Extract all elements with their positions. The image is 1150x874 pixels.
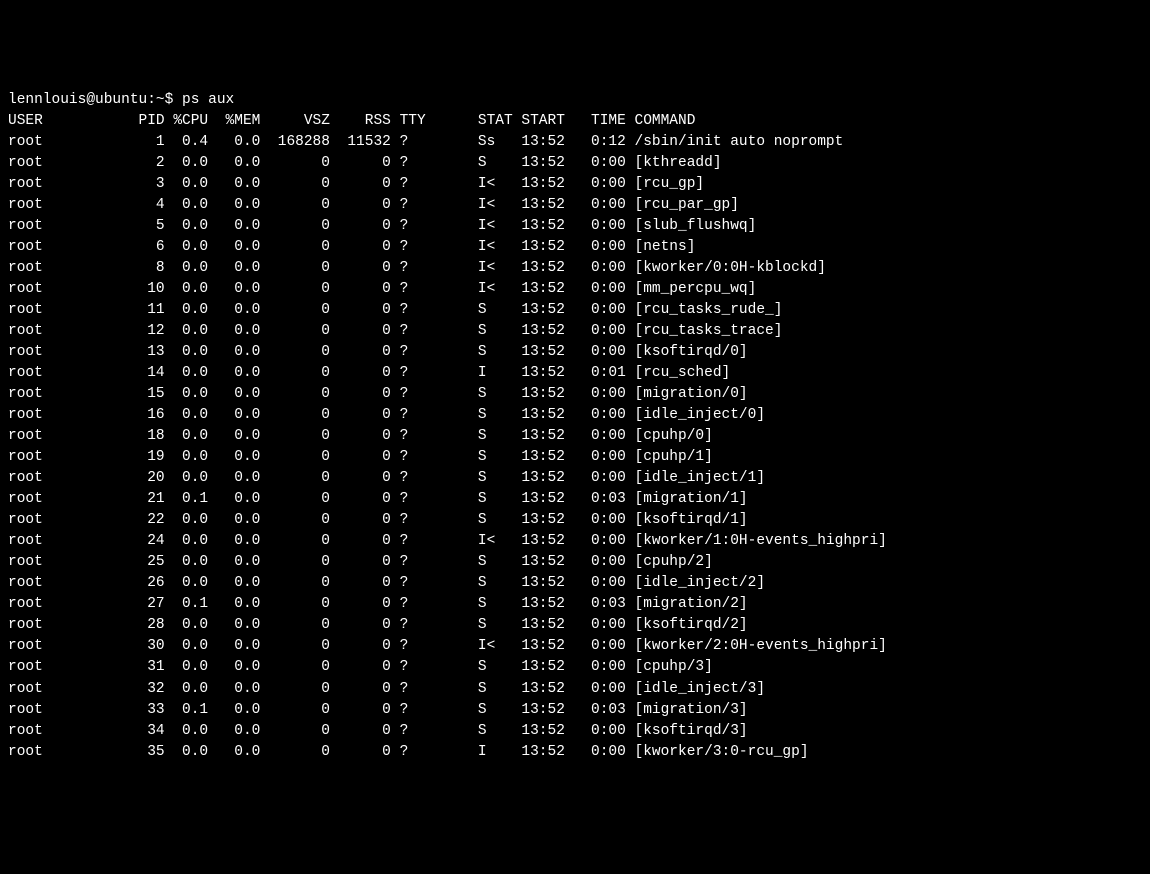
process-row: root 18 0.0 0.0 0 0 ? S 13:52 0:00 [cpuh… <box>8 426 1142 447</box>
process-row: root 15 0.0 0.0 0 0 ? S 13:52 0:00 [migr… <box>8 384 1142 405</box>
process-row: root 21 0.1 0.0 0 0 ? S 13:52 0:03 [migr… <box>8 489 1142 510</box>
process-row: root 13 0.0 0.0 0 0 ? S 13:52 0:00 [ksof… <box>8 342 1142 363</box>
process-row: root 34 0.0 0.0 0 0 ? S 13:52 0:00 [ksof… <box>8 721 1142 742</box>
process-row: root 35 0.0 0.0 0 0 ? I 13:52 0:00 [kwor… <box>8 742 1142 763</box>
process-row: root 16 0.0 0.0 0 0 ? S 13:52 0:00 [idle… <box>8 405 1142 426</box>
process-row: root 24 0.0 0.0 0 0 ? I< 13:52 0:00 [kwo… <box>8 531 1142 552</box>
process-row: root 12 0.0 0.0 0 0 ? S 13:52 0:00 [rcu_… <box>8 321 1142 342</box>
shell-prompt: lennlouis@ubuntu:~$ <box>8 92 182 108</box>
process-row: root 30 0.0 0.0 0 0 ? I< 13:52 0:00 [kwo… <box>8 636 1142 657</box>
process-row: root 26 0.0 0.0 0 0 ? S 13:52 0:00 [idle… <box>8 573 1142 594</box>
process-row: root 14 0.0 0.0 0 0 ? I 13:52 0:01 [rcu_… <box>8 363 1142 384</box>
ps-header-row: USER PID %CPU %MEM VSZ RSS TTY STAT STAR… <box>8 111 1142 132</box>
process-row: root 19 0.0 0.0 0 0 ? S 13:52 0:00 [cpuh… <box>8 447 1142 468</box>
process-row: root 11 0.0 0.0 0 0 ? S 13:52 0:00 [rcu_… <box>8 300 1142 321</box>
process-row: root 32 0.0 0.0 0 0 ? S 13:52 0:00 [idle… <box>8 679 1142 700</box>
prompt-line[interactable]: lennlouis@ubuntu:~$ ps aux <box>8 90 1142 111</box>
process-row: root 8 0.0 0.0 0 0 ? I< 13:52 0:00 [kwor… <box>8 258 1142 279</box>
process-row: root 6 0.0 0.0 0 0 ? I< 13:52 0:00 [netn… <box>8 237 1142 258</box>
process-row: root 33 0.1 0.0 0 0 ? S 13:52 0:03 [migr… <box>8 700 1142 721</box>
process-row: root 31 0.0 0.0 0 0 ? S 13:52 0:00 [cpuh… <box>8 657 1142 678</box>
process-row: root 28 0.0 0.0 0 0 ? S 13:52 0:00 [ksof… <box>8 615 1142 636</box>
process-row: root 5 0.0 0.0 0 0 ? I< 13:52 0:00 [slub… <box>8 216 1142 237</box>
process-row: root 3 0.0 0.0 0 0 ? I< 13:52 0:00 [rcu_… <box>8 174 1142 195</box>
process-row: root 2 0.0 0.0 0 0 ? S 13:52 0:00 [kthre… <box>8 153 1142 174</box>
process-row: root 27 0.1 0.0 0 0 ? S 13:52 0:03 [migr… <box>8 594 1142 615</box>
process-row: root 10 0.0 0.0 0 0 ? I< 13:52 0:00 [mm_… <box>8 279 1142 300</box>
process-row: root 4 0.0 0.0 0 0 ? I< 13:52 0:00 [rcu_… <box>8 195 1142 216</box>
process-row: root 25 0.0 0.0 0 0 ? S 13:52 0:00 [cpuh… <box>8 552 1142 573</box>
typed-command: ps aux <box>182 92 234 108</box>
process-row: root 1 0.4 0.0 168288 11532 ? Ss 13:52 0… <box>8 132 1142 153</box>
process-row: root 22 0.0 0.0 0 0 ? S 13:52 0:00 [ksof… <box>8 510 1142 531</box>
process-row: root 20 0.0 0.0 0 0 ? S 13:52 0:00 [idle… <box>8 468 1142 489</box>
